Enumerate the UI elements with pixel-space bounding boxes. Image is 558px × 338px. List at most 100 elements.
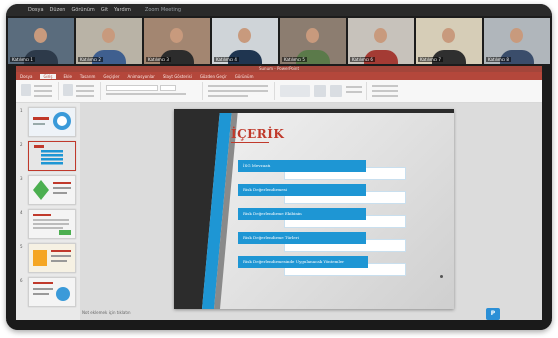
columns-button[interactable] [208, 95, 248, 97]
clipboard-group [18, 82, 59, 100]
thumbnail-graphic [29, 278, 75, 306]
list-buttons[interactable] [208, 85, 268, 87]
ribbon-tab[interactable]: Görünüm [235, 74, 254, 79]
participant-video-tile[interactable]: Katılımcı 4 [212, 18, 278, 64]
zoom-window-title: Zoom Meeting [144, 7, 182, 13]
slide-thumbnail[interactable]: 5 [20, 243, 76, 273]
replace-button[interactable] [372, 90, 398, 92]
section-button[interactable] [76, 95, 94, 97]
editing-group [368, 82, 408, 100]
drawing-group [276, 82, 367, 100]
participant-name: Katılımcı 1 [10, 57, 35, 62]
slide-number: 6 [20, 278, 23, 283]
monitor-frame: Dosya Düzen Görünüm Git Yardım Zoom Meet… [6, 4, 552, 330]
slide-thumbnail[interactable]: 3 [20, 175, 76, 205]
zoom-menu-item[interactable]: Git [101, 7, 108, 13]
shapes-gallery[interactable] [280, 85, 310, 97]
agenda-item: Risk Değerlendirme Türleri [238, 232, 366, 244]
participant-name: Katılımcı 2 [78, 57, 103, 62]
agenda-item: İSG Mevzuatı [238, 160, 366, 172]
thumbnail-graphic [29, 142, 75, 170]
ribbon-tab[interactable]: Gözden Geçir [200, 74, 227, 79]
participant-name: Katılımcı 4 [214, 57, 239, 62]
slide-editing-area: İÇERİK İSG Mevzuatı Risk Değerlendirmesi… [80, 103, 542, 323]
zoom-menu-item[interactable]: Görünüm [71, 7, 94, 13]
current-slide[interactable]: İÇERİK İSG Mevzuatı Risk Değerlendirmesi… [174, 109, 454, 309]
title-underline [231, 142, 269, 143]
participant-video-tile[interactable]: Katılımcı 6 [348, 18, 414, 64]
shape-outline-button[interactable] [346, 91, 362, 93]
participant-name: Katılımcı 6 [350, 57, 375, 62]
participant-name: Katılımcı 3 [146, 57, 171, 62]
mouse-pointer [440, 275, 443, 278]
participant-name: Katılımcı 8 [486, 57, 511, 62]
slide-number: 2 [20, 142, 23, 147]
ribbon-tab[interactable]: Ekle [64, 74, 72, 79]
alignment-buttons[interactable] [208, 90, 268, 92]
zoom-menu-item[interactable]: Düzen [50, 7, 66, 13]
thumbnail-graphic [29, 244, 75, 272]
copy-button[interactable] [34, 90, 52, 92]
zoom-control-bar [6, 320, 552, 330]
select-button[interactable] [372, 95, 398, 97]
format-painter-button[interactable] [34, 95, 52, 97]
participant-video-tile[interactable]: Katılımcı 7 [416, 18, 482, 64]
slide-title: İÇERİK [231, 127, 285, 141]
slides-group [60, 82, 101, 100]
slide-thumbnail[interactable]: 6 [20, 277, 76, 307]
layout-button[interactable] [76, 85, 94, 87]
participant-head [34, 28, 47, 43]
slide-number: 3 [20, 176, 23, 181]
slide-number: 4 [20, 210, 23, 215]
participant-video-tile[interactable]: Katılımcı 5 [280, 18, 346, 64]
thumbnail-graphic [29, 176, 75, 204]
ribbon-tab[interactable]: Dosya [20, 74, 32, 79]
ribbon-tabs: Dosya Giriş Ekle Tasarım Geçişler Animasyonla… [16, 72, 542, 80]
notes-placeholder[interactable]: Not eklemek için tıklatın [82, 310, 131, 315]
agenda-item: Risk Değerlendirmesinde Uygulanacak Yönt… [238, 256, 368, 268]
participant-head [510, 28, 523, 43]
paste-button[interactable] [21, 84, 31, 96]
slide-number: 5 [20, 244, 23, 249]
zoom-menu-item[interactable]: Yardım [114, 7, 131, 13]
ribbon-tab[interactable]: Geçişler [103, 74, 119, 79]
participant-video-tile[interactable]: Katılımcı 2 [76, 18, 142, 64]
shape-fill-button[interactable] [346, 86, 362, 88]
cut-button[interactable] [34, 85, 52, 87]
participant-head [442, 28, 455, 43]
font-format-buttons[interactable] [106, 93, 186, 95]
arrange-button[interactable] [314, 85, 326, 97]
slide-number: 1 [20, 108, 23, 113]
ribbon-tab[interactable]: Tasarım [80, 74, 95, 79]
slide-thumbnail[interactable]: 4 [20, 209, 76, 239]
thumbnail-graphic [29, 108, 75, 136]
agenda-item: Risk Değerlendirme Ekibinin [238, 208, 366, 220]
zoom-menu-item[interactable]: Dosya [28, 7, 44, 13]
participant-video-tile[interactable]: Katılımcı 1 [8, 18, 74, 64]
participant-strip: Katılımcı 1 Katılımcı 2 Katılımcı 3 Katılım… [8, 18, 550, 64]
ribbon-tab[interactable]: Slayt Gösterisi [163, 74, 192, 79]
slide-thumbnail-selected[interactable]: 2 [20, 141, 76, 171]
reset-button[interactable] [76, 90, 94, 92]
ribbon-toolbar [16, 80, 542, 103]
participant-name: Katılımcı 7 [418, 57, 443, 62]
agenda-item: Risk Değerlendirmesi [238, 184, 366, 196]
participant-head [102, 28, 115, 43]
participant-head [170, 28, 183, 43]
participant-head [238, 28, 251, 43]
shared-screen: Sunum - PowerPoint Dosya Giriş Ekle Tasarım… [16, 66, 542, 328]
find-button[interactable] [372, 85, 398, 87]
font-size-select[interactable] [160, 85, 176, 91]
thumbnail-graphic [29, 210, 75, 238]
zoom-top-bar: Dosya Düzen Görünüm Git Yardım Zoom Meet… [6, 4, 552, 16]
quick-styles-button[interactable] [330, 85, 342, 97]
ribbon-tab[interactable]: Animasyonlar [128, 74, 155, 79]
font-group [102, 82, 203, 100]
new-slide-button[interactable] [63, 84, 73, 96]
participant-head [374, 28, 387, 43]
participant-video-tile[interactable]: Katılımcı 3 [144, 18, 210, 64]
slide-thumbnail[interactable]: 1 [20, 107, 76, 137]
participant-video-tile[interactable]: Katılımcı 8 [484, 18, 550, 64]
font-name-select[interactable] [106, 85, 158, 91]
ribbon-tab[interactable]: Giriş [40, 73, 56, 79]
